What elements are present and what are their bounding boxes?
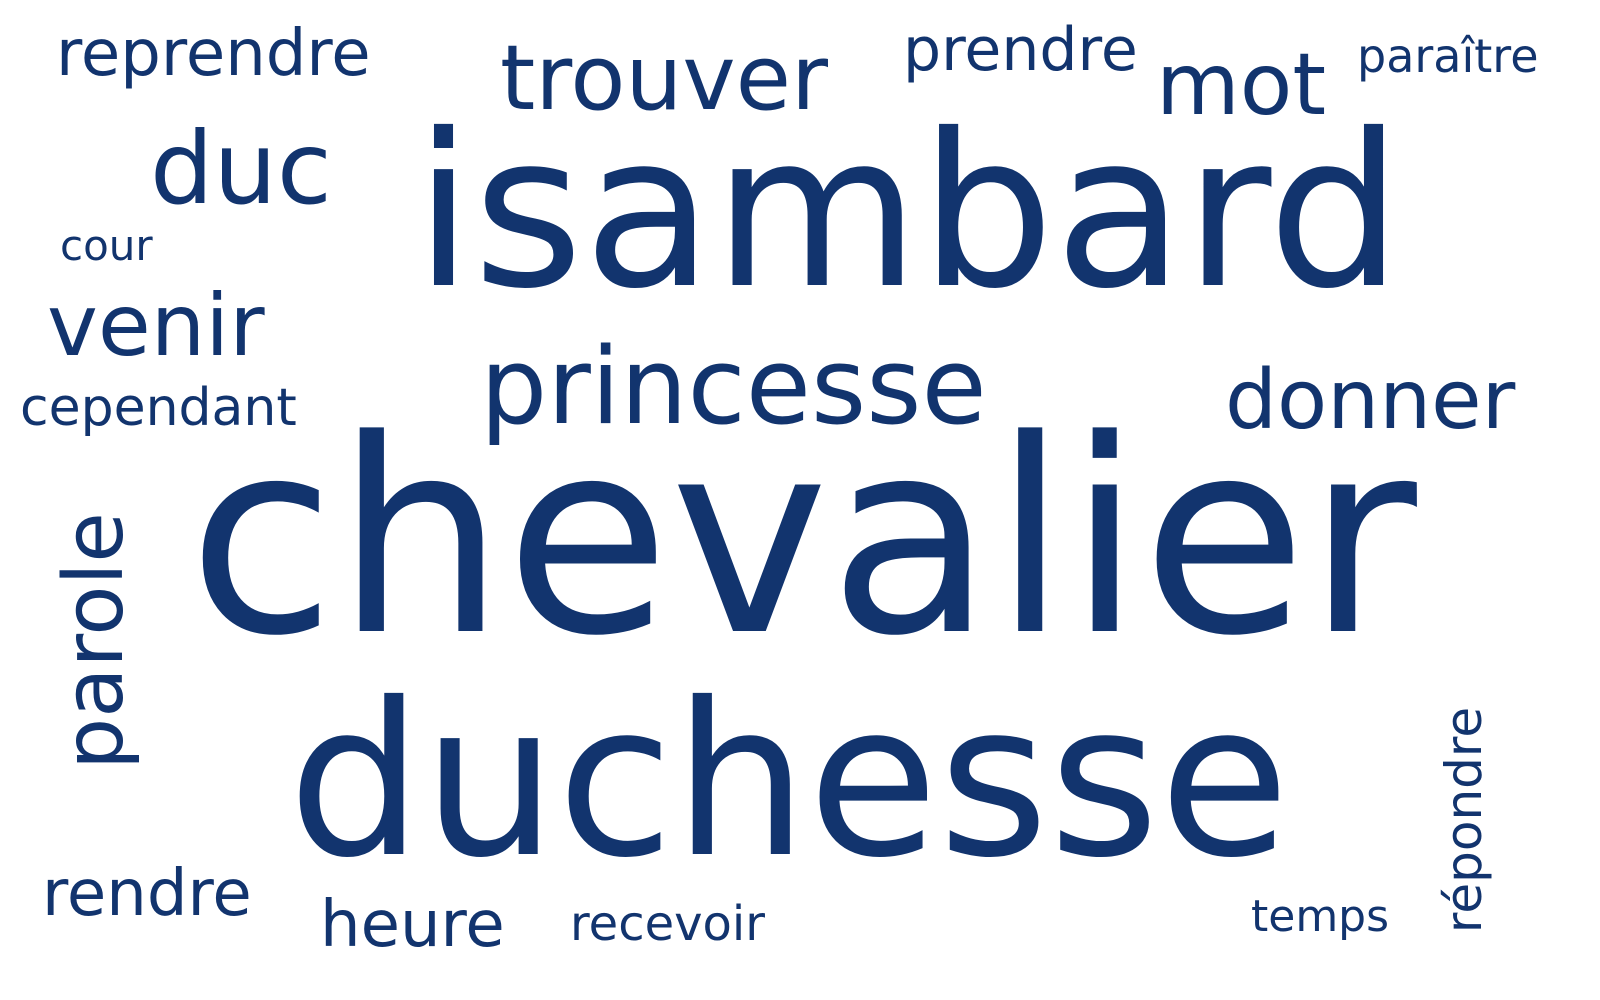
word-recevoir: recevoir: [570, 896, 765, 952]
word-cloud: reprendre trouver prendre mot paraître d…: [0, 0, 1600, 1000]
word-duchesse: duchesse: [288, 657, 1290, 904]
word-venir: venir: [47, 276, 265, 376]
word-heure: heure: [320, 888, 505, 962]
word-repondre: répondre: [1435, 706, 1493, 934]
word-isambard: isambard: [414, 88, 1403, 335]
word-parole: parole: [47, 512, 142, 770]
word-rendre: rendre: [42, 857, 252, 931]
word-temps: temps: [1251, 891, 1390, 942]
word-duc: duc: [150, 110, 332, 227]
word-reprendre: reprendre: [56, 17, 371, 91]
word-chevalier: chevalier: [188, 383, 1417, 695]
word-prendre: prendre: [903, 15, 1138, 85]
word-paraitre: paraître: [1357, 29, 1539, 83]
word-cour: cour: [60, 221, 153, 270]
